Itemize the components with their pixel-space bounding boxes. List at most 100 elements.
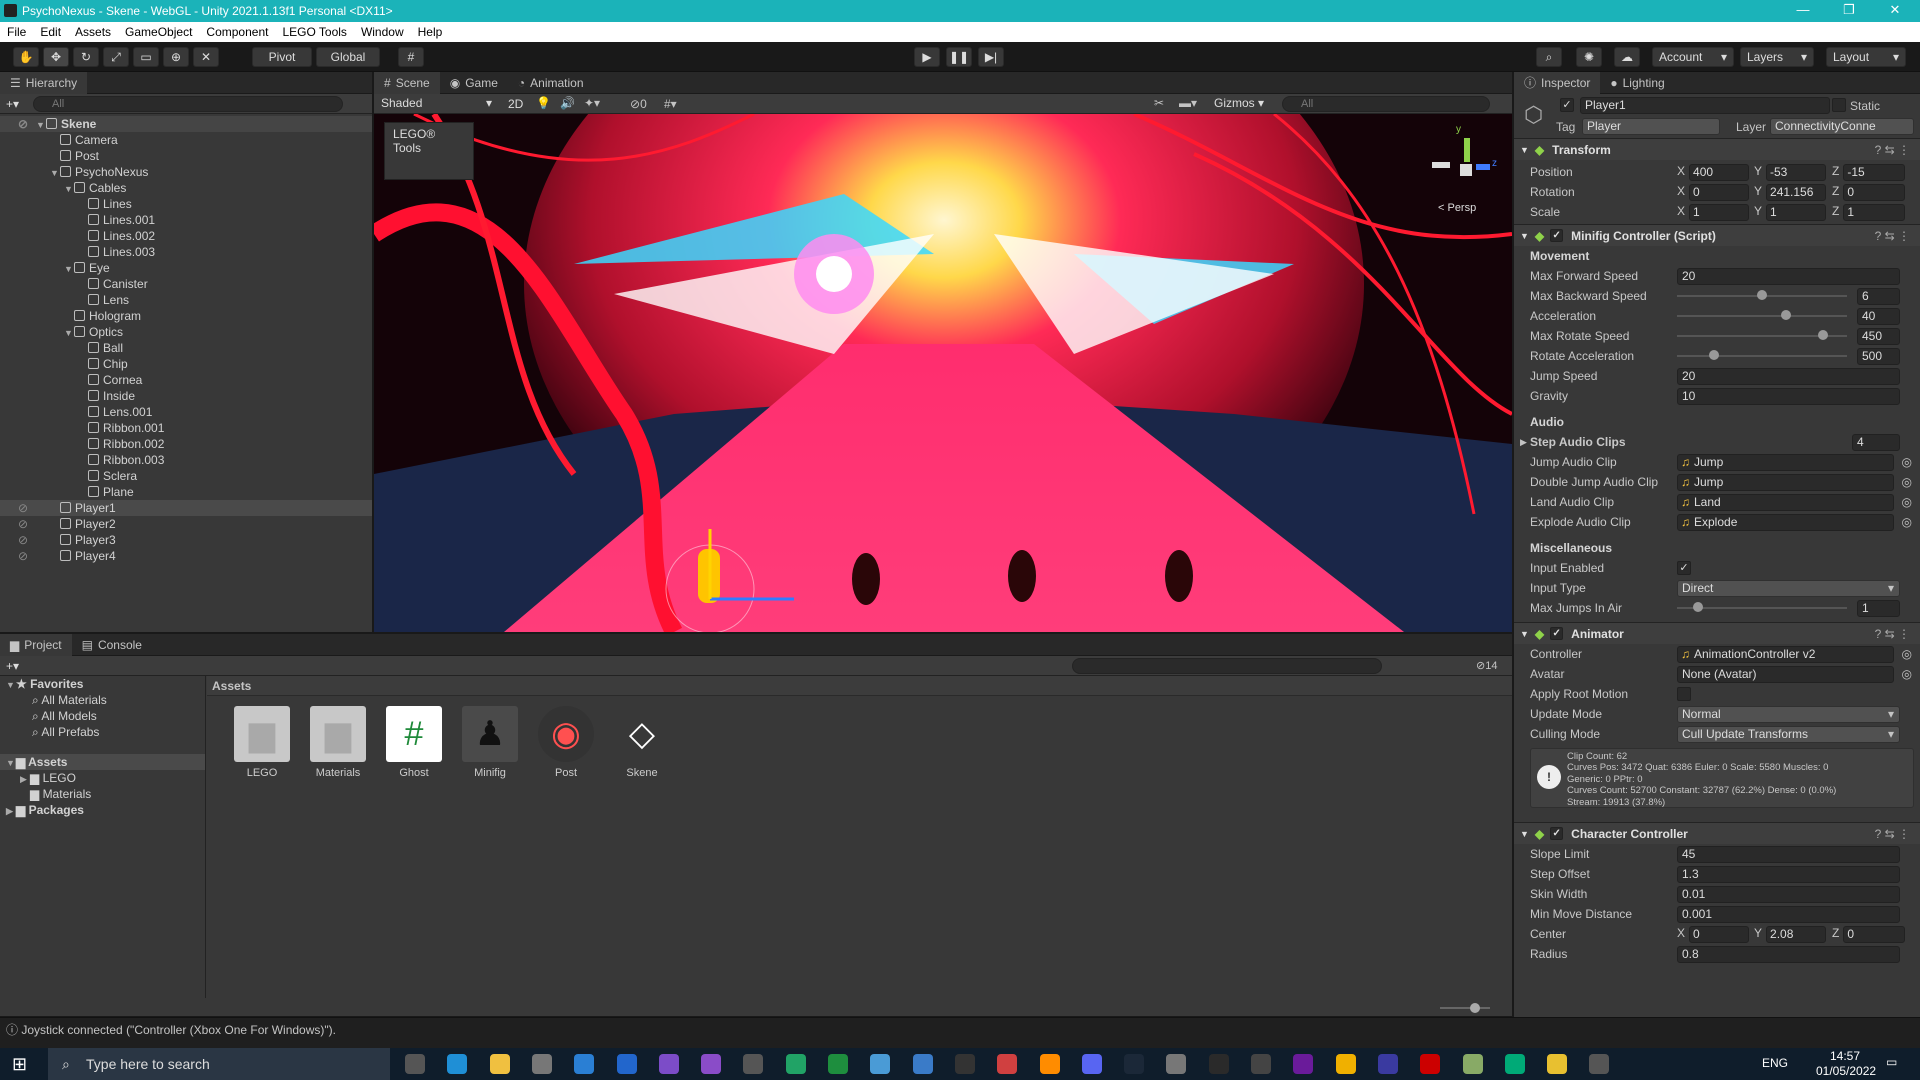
expand-arrow-icon[interactable]: ▼ [64,325,74,341]
add-icon[interactable]: +▾ [6,659,19,673]
taskbar-app-icon[interactable] [405,1054,425,1074]
hidden-packages-icon[interactable]: ⊘14 [1476,659,1497,672]
slider-knob[interactable] [1709,350,1719,360]
object-field[interactable]: ♫ Explode [1677,513,1894,531]
property-dropdown[interactable]: Normal [1677,705,1900,723]
asset-item[interactable]: ▆ LEGO [229,706,295,779]
hierarchy-row[interactable]: Player4 ⊘ [0,548,372,564]
slider-track[interactable] [1677,602,1847,612]
taskbar-search-input[interactable]: ⌕ Type here to search [48,1048,390,1080]
hierarchy-row[interactable]: Chip [0,356,372,372]
slider-knob[interactable] [1817,330,1828,340]
hierarchy-row[interactable]: Lens.001 [0,404,372,420]
taskbar-app-icon[interactable] [1293,1054,1314,1074]
tab-animation[interactable]: ◔ Animation [508,72,594,94]
step-button[interactable]: ▶| [978,47,1004,67]
camera-icon[interactable]: ▬▾ [1179,96,1197,110]
slider-value[interactable]: 450 [1857,327,1900,345]
audio-icon[interactable]: 🔊 [560,96,575,110]
tab-console[interactable]: ▤ Console [72,634,152,656]
object-picker-icon[interactable]: ◎ [1902,495,1912,509]
tree-materials[interactable]: ▆ Materials [0,786,205,802]
taskbar-app-icon[interactable] [1166,1054,1187,1074]
tab-scene[interactable]: # Scene [374,71,440,94]
property-field[interactable]: 45 [1677,845,1900,863]
expand-arrow-icon[interactable]: ▼ [50,165,60,181]
fav-all-models[interactable]: ⌕ All Models [0,708,205,724]
hierarchy-row[interactable]: Ball [0,340,372,356]
x-field[interactable]: 0 [1689,925,1750,943]
gizmos-dropdown[interactable]: Gizmos ▾ [1210,95,1272,112]
hierarchy-row[interactable]: Hologram [0,308,372,324]
visibility-icon[interactable]: ⊘ [18,500,28,516]
hand-tool-icon[interactable]: ✋ [13,47,39,67]
taskbar-app-icon[interactable] [870,1054,891,1074]
effects-icon[interactable]: ✦▾ [584,96,600,110]
component-menu-icon[interactable]: ? ⇆ ⋮ [1875,229,1910,243]
scale-tool-icon[interactable]: ⤢ [103,47,129,67]
notification-icon[interactable]: ▭ [1886,1055,1897,1069]
object-picker-icon[interactable]: ◎ [1902,455,1912,469]
menu-file[interactable]: File [0,25,33,39]
hierarchy-row[interactable]: Ribbon.001 [0,420,372,436]
object-field[interactable]: ♫ AnimationController v2 [1677,645,1894,663]
hierarchy-row[interactable]: Sclera [0,468,372,484]
taskbar-app-icon[interactable] [1504,1054,1525,1074]
hierarchy-row[interactable]: ▼ Skene ⊘ [0,116,372,132]
x-field[interactable]: 400 [1689,163,1750,181]
taskbar-app-icon[interactable] [616,1054,637,1074]
zoom-knob[interactable] [1470,1003,1480,1013]
slider-track[interactable] [1677,330,1847,340]
grid-toggle-icon[interactable]: #▾ [664,97,677,111]
taskbar-app-icon[interactable] [447,1054,468,1074]
component-menu-icon[interactable]: ? ⇆ ⋮ [1875,143,1910,157]
static-label[interactable]: Static [1850,99,1880,113]
taskbar-app-icon[interactable] [489,1054,510,1074]
windows-start-icon[interactable]: ⊞ [12,1054,27,1075]
hierarchy-row[interactable]: Canister [0,276,372,292]
taskbar-app-icon[interactable] [1335,1054,1356,1074]
favorites-header[interactable]: ▼★ Favorites [0,676,205,692]
taskbar-app-icon[interactable] [1377,1054,1398,1074]
status-text[interactable]: Joystick connected ("Controller (Xbox On… [21,1023,336,1037]
visibility-icon[interactable]: ⊘ [18,516,28,532]
z-field[interactable]: 1 [1843,203,1906,221]
collapse-arrow-icon[interactable]: ▼ [1520,145,1529,155]
tree-lego[interactable]: ▶ ▆ LEGO [0,770,205,786]
taskbar-app-icon[interactable] [997,1054,1018,1074]
property-field[interactable]: 20 [1677,267,1900,285]
expand-arrow-icon[interactable]: ▼ [64,261,74,277]
custom-tool-icon[interactable]: ✕ [193,47,219,67]
visibility-icon[interactable]: ⊘ [18,548,28,564]
slider-value[interactable]: 500 [1857,347,1900,365]
character-controller-component[interactable]: ▼ ◆ ✓ Character Controller ? ⇆ ⋮ [1514,822,1920,844]
add-icon[interactable]: +▾ [6,97,19,111]
object-picker-icon[interactable]: ◎ [1902,475,1912,489]
hierarchy-row[interactable]: Lines.003 [0,244,372,260]
transform-component[interactable]: ▼ ◆ Transform ? ⇆ ⋮ [1514,138,1920,160]
taskbar-app-icon[interactable] [701,1054,722,1074]
layer-dropdown[interactable]: ConnectivityConne [1770,118,1914,135]
asset-item[interactable]: ♟ Minifig [457,706,523,779]
asset-item[interactable]: ◉ Post [533,706,599,779]
taskbar-app-icon[interactable] [828,1054,848,1074]
visibility-icon[interactable]: ⊘ [18,116,28,132]
object-field[interactable]: ♫ Jump [1677,453,1894,471]
maximize-button[interactable]: ❐ [1826,0,1872,22]
hierarchy-row[interactable]: ▼ Cables [0,180,372,196]
property-dropdown[interactable]: Cull Update Transforms [1677,725,1900,743]
property-dropdown[interactable]: Direct [1677,579,1900,597]
hierarchy-row[interactable]: Camera [0,132,372,148]
slider-knob[interactable] [1693,602,1703,612]
orientation-gizmo[interactable]: y z < Persp [1432,124,1502,214]
menu-gameobject[interactable]: GameObject [118,25,199,39]
object-field[interactable]: ♫ Land [1677,493,1894,511]
x-field[interactable]: 1 [1689,203,1750,221]
slider-knob[interactable] [1757,290,1767,300]
fav-all-prefabs[interactable]: ⌕ All Prefabs [0,724,205,740]
taskbar-app-icon[interactable] [1251,1054,1271,1074]
grid-snap-icon[interactable]: # [398,47,424,67]
rotate-tool-icon[interactable]: ↻ [73,47,99,67]
clock-date[interactable]: 01/05/2022 [1816,1064,1876,1078]
taskbar-app-icon[interactable] [658,1054,679,1074]
